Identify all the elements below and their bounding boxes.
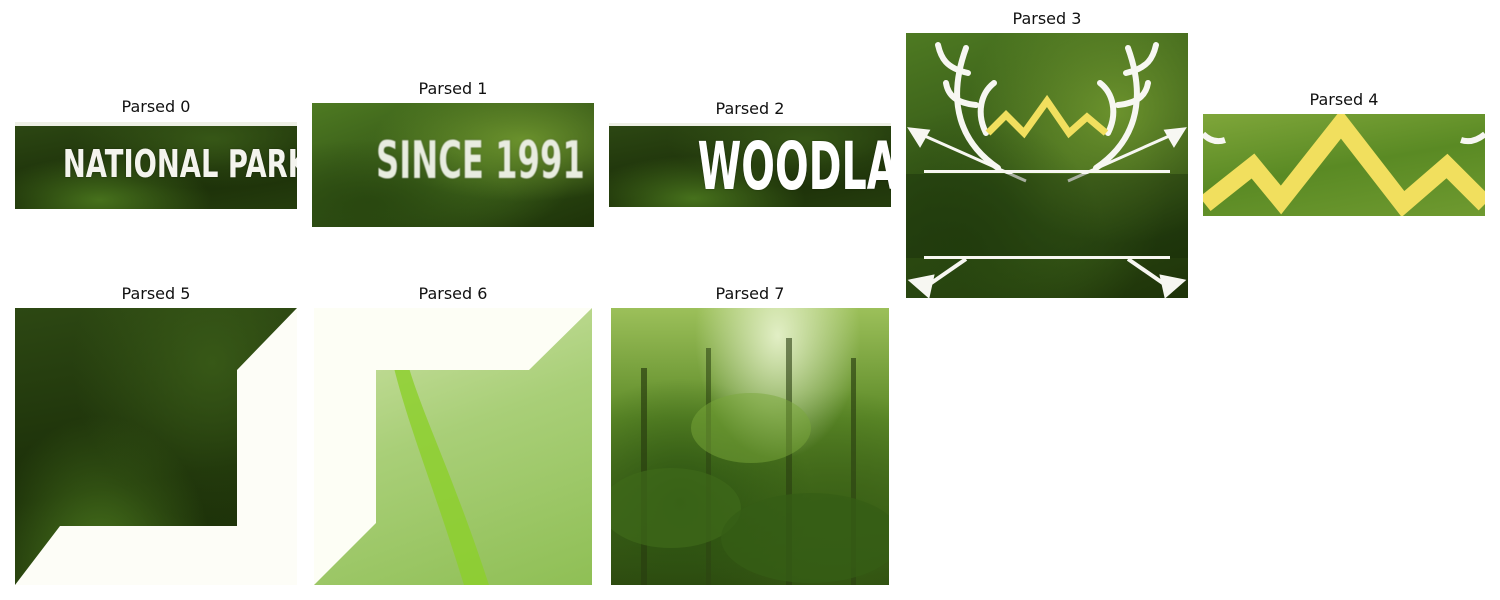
- emblem-graphic: [906, 42, 1188, 298]
- frame-corner-graphic: [15, 308, 297, 585]
- panel-parsed-0: Parsed 0 NATIONAL PARK: [15, 95, 297, 210]
- crop-text: NATIONAL PARK: [62, 142, 297, 186]
- panel-parsed-3: Parsed 3: [906, 7, 1188, 299]
- panel-title: Parsed 5: [121, 284, 191, 303]
- panel-title: Parsed 3: [1012, 9, 1082, 28]
- panel-title: Parsed 7: [715, 284, 785, 303]
- divider-line: [15, 122, 297, 126]
- crop-text: SINCE 1991: [376, 131, 585, 191]
- crop-since-1991: SINCE 1991: [312, 103, 594, 227]
- panel-parsed-4: Parsed 4: [1203, 88, 1485, 218]
- panel-parsed-7: Parsed 7: [609, 282, 891, 587]
- crop-mountain: [1203, 114, 1485, 216]
- panel-title: Parsed 6: [418, 284, 488, 303]
- panel-title: Parsed 0: [121, 97, 191, 116]
- panel-title: Parsed 2: [715, 99, 785, 118]
- divider-line: [609, 123, 891, 126]
- crop-text: WOODLAND: [697, 128, 891, 205]
- panel-parsed-5: Parsed 5: [15, 282, 297, 587]
- crop-frame-corner: [15, 308, 297, 585]
- frame-corner-graphic: [314, 308, 592, 585]
- panel-title: Parsed 4: [1309, 90, 1379, 109]
- mountain-icon: [985, 94, 1109, 139]
- crop-national-park: NATIONAL PARK: [15, 122, 297, 209]
- crop-woodland: WOODLAND: [609, 123, 891, 207]
- panel-parsed-2: Parsed 2 WOODLAND: [609, 97, 891, 209]
- crop-frame-corner-light: [314, 308, 592, 585]
- arrow-icon: [907, 257, 1187, 298]
- panel-parsed-6: Parsed 6: [312, 282, 594, 587]
- forest-photo: [611, 338, 889, 585]
- panel-parsed-1: Parsed 1 SINCE 1991: [312, 77, 594, 229]
- arrow-icon: [907, 127, 1187, 183]
- crop-emblem: [906, 33, 1188, 298]
- mountain-icon: [1203, 114, 1485, 216]
- panel-title: Parsed 1: [418, 79, 488, 98]
- crop-forest-photo: [611, 308, 889, 585]
